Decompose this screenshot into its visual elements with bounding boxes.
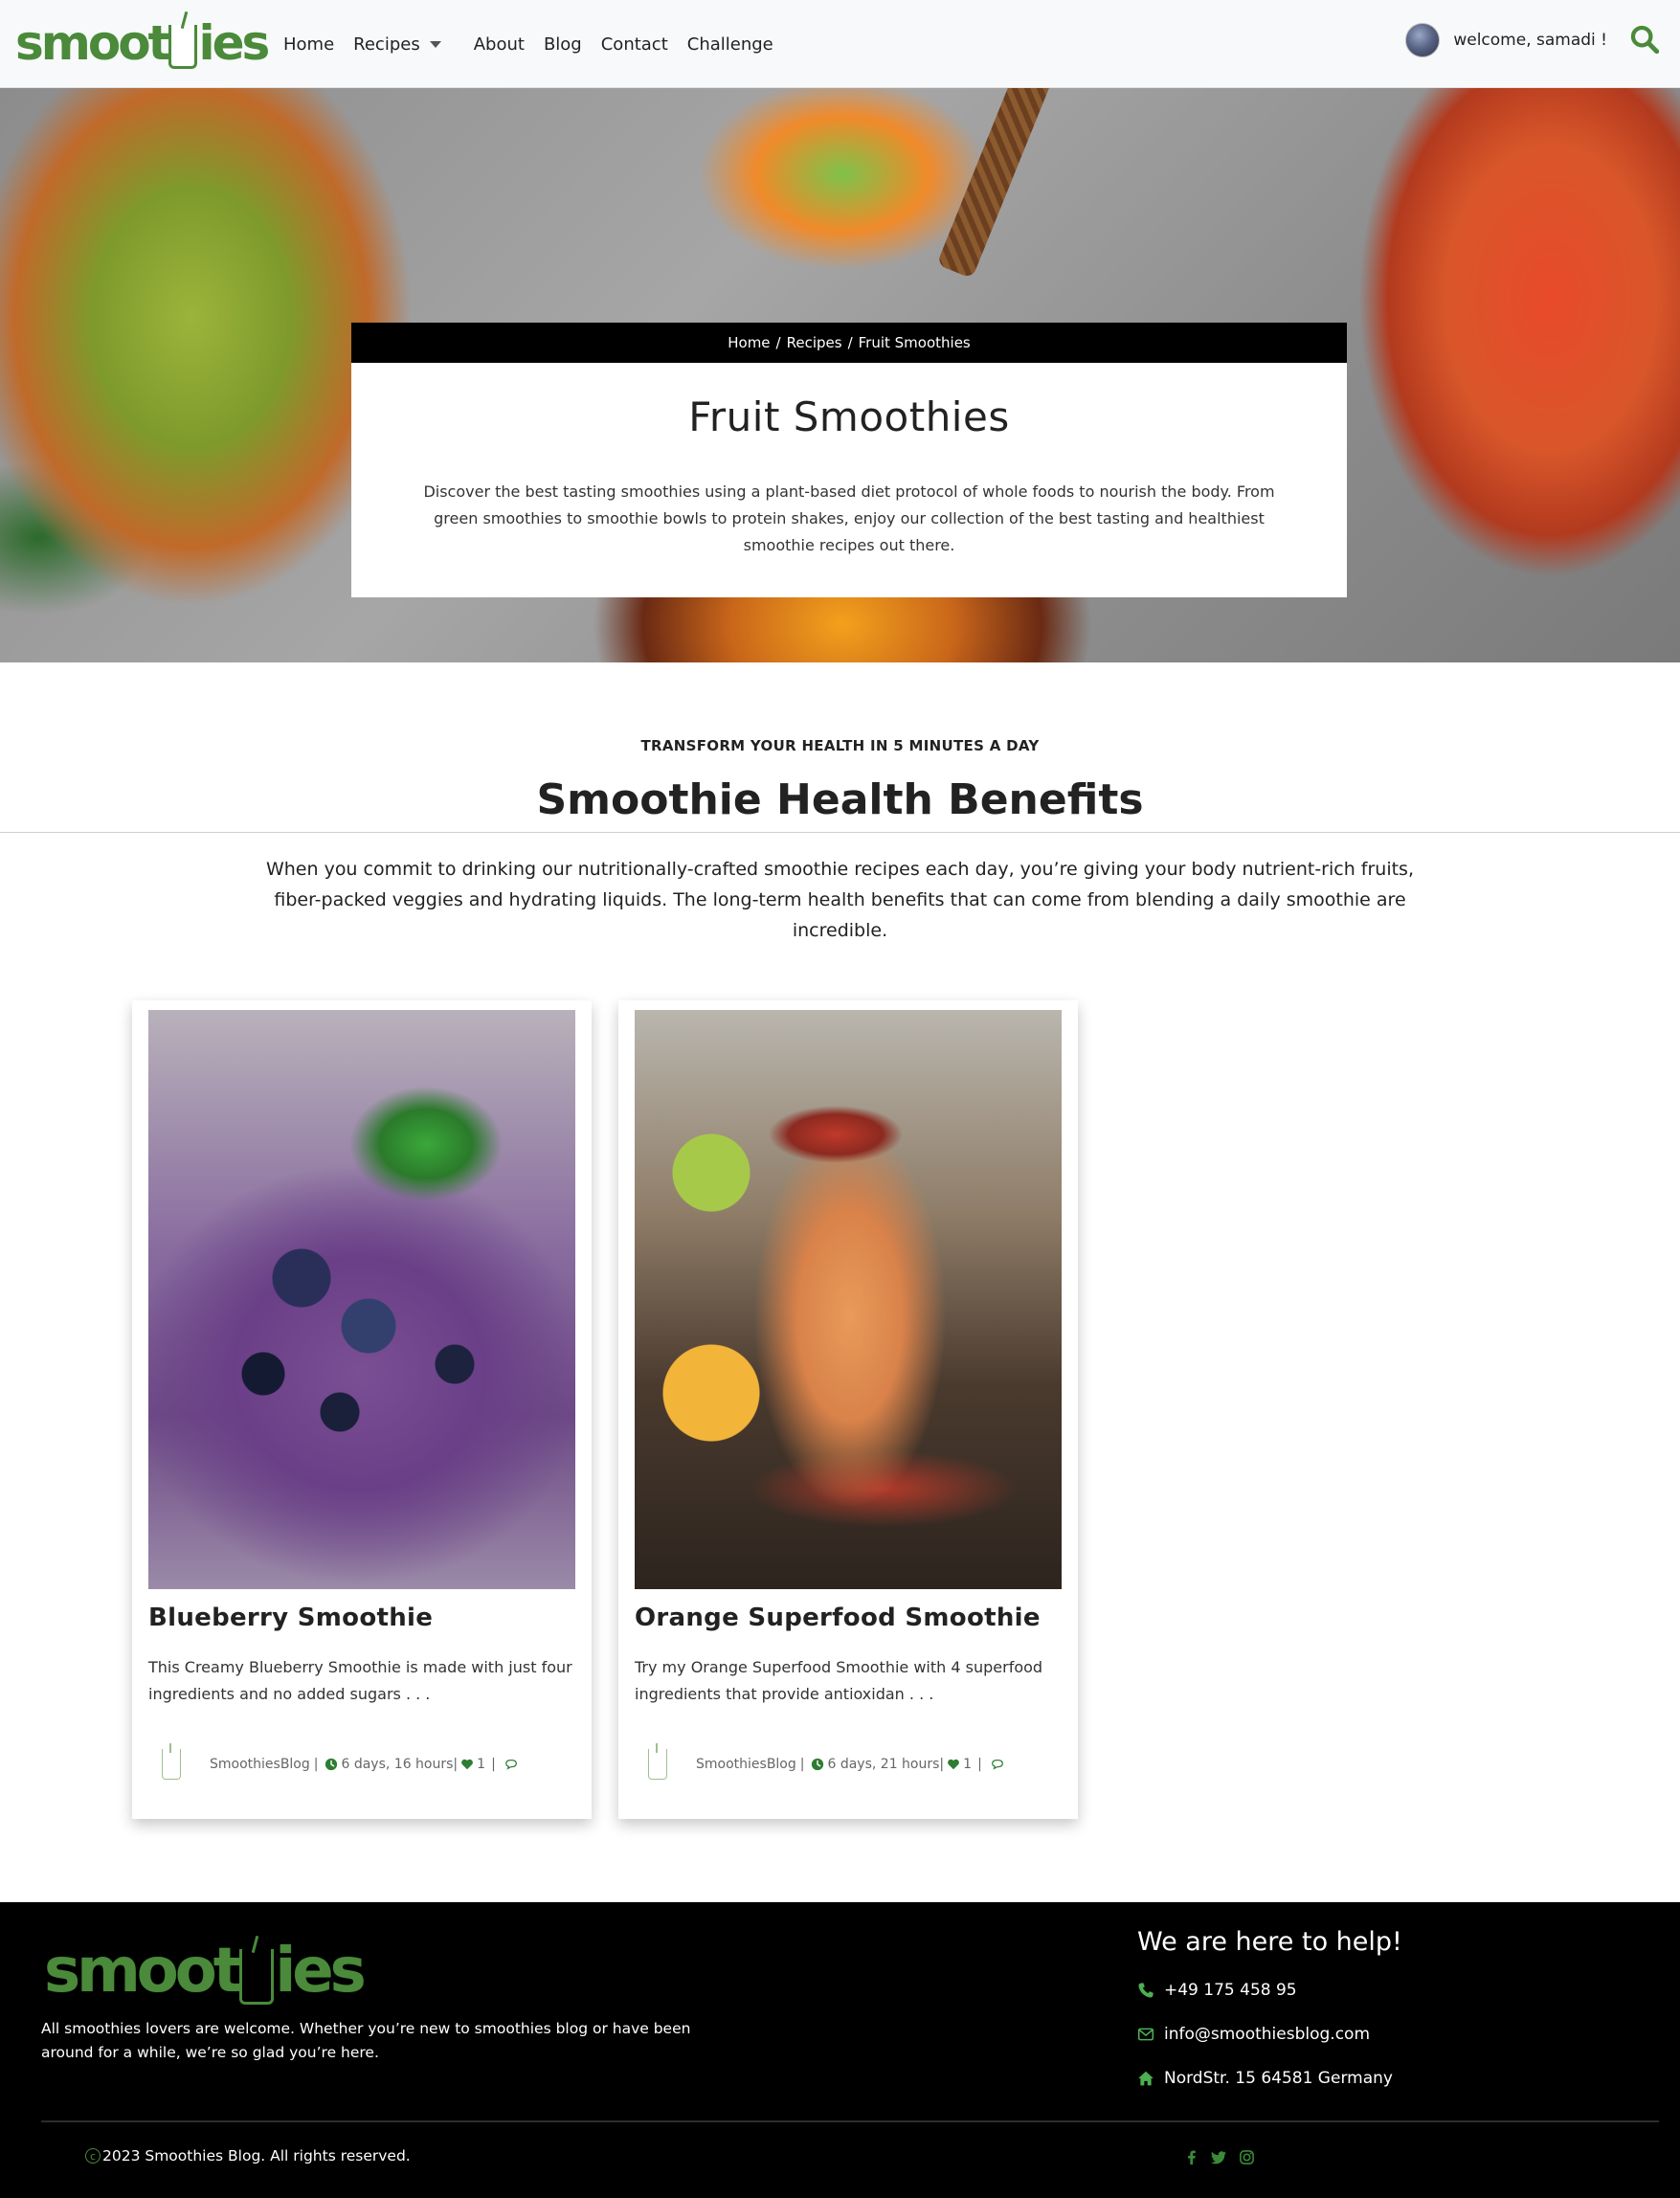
phone-icon: [1138, 1983, 1154, 1998]
facebook-icon[interactable]: [1183, 2149, 1199, 2165]
welcome-text: welcome, samadi !: [1453, 31, 1607, 50]
recipe-card[interactable]: Blueberry Smoothie This Creamy Blueberry…: [132, 1000, 592, 1819]
meta-separator: |: [491, 1757, 496, 1772]
logo-text: smoot: [15, 15, 170, 71]
meta-separator: |: [313, 1757, 319, 1772]
meta-separator: |: [977, 1757, 982, 1772]
envelope-icon: [1137, 2028, 1154, 2041]
phone-number: +49 175 458 95: [1164, 1981, 1297, 2000]
breadcrumb-current: Fruit Smoothies: [858, 334, 971, 351]
instagram-icon[interactable]: [1239, 2149, 1255, 2165]
site-logo[interactable]: smoot ies: [15, 10, 270, 77]
contact-email[interactable]: info@smoothiesblog.com: [1137, 2025, 1370, 2044]
breadcrumb: Home / Recipes / Fruit Smoothies: [351, 323, 1347, 363]
nav-contact[interactable]: Contact: [592, 34, 678, 55]
help-title: We are here to help!: [1137, 1927, 1402, 1957]
hero-decoration: [936, 88, 1055, 280]
copyright-icon: c: [85, 2148, 101, 2164]
footer-logo[interactable]: smoot ies: [44, 1940, 367, 2005]
like-count: 1: [963, 1757, 973, 1772]
contact-phone[interactable]: +49 175 458 95: [1137, 1981, 1297, 2000]
site-footer: smoot ies All smoothies lovers are welcom…: [0, 1902, 1680, 2198]
heart-icon[interactable]: [947, 1758, 960, 1771]
chevron-down-icon: [429, 40, 441, 48]
twitter-icon[interactable]: [1211, 2149, 1227, 2165]
footer-about: All smoothies lovers are welcome. Whethe…: [41, 2020, 691, 2061]
clock-icon: [325, 1758, 338, 1771]
divider: [0, 832, 1680, 833]
recipe-title[interactable]: Orange Superfood Smoothie: [635, 1604, 1041, 1632]
hero-banner: Home / Recipes / Fruit Smoothies Fruit S…: [0, 88, 1680, 662]
email-address: info@smoothiesblog.com: [1164, 2025, 1370, 2044]
footer-divider: [41, 2120, 1659, 2122]
navbar: smoot ies Home Recipes About Blog Contact…: [0, 0, 1680, 88]
author-name[interactable]: SmoothiesBlog: [696, 1757, 796, 1772]
breadcrumb-home[interactable]: Home: [728, 334, 770, 351]
avatar[interactable]: [1405, 23, 1441, 57]
like-count: 1: [477, 1757, 486, 1772]
post-time: 6 days, 16 hours|: [341, 1757, 459, 1772]
meta-separator: |: [799, 1757, 805, 1772]
recipe-image[interactable]: [635, 1010, 1062, 1589]
section-kicker: TRANSFORM YOUR HEALTH IN 5 MINUTES A DAY: [640, 737, 1040, 754]
nav-recipes[interactable]: Recipes: [344, 34, 464, 55]
nav-blog[interactable]: Blog: [534, 34, 592, 55]
logo-glass-icon: [239, 1949, 275, 2005]
heart-icon[interactable]: [460, 1758, 474, 1771]
page-title: Fruit Smoothies: [688, 393, 1010, 440]
social-links: [1183, 2149, 1255, 2165]
breadcrumb-recipes[interactable]: Recipes: [787, 334, 842, 351]
comment-icon[interactable]: [991, 1758, 1004, 1771]
section-description: When you commit to drinking our nutritio…: [265, 859, 1415, 941]
hero-description: Discover the best tasting smoothies usin…: [423, 482, 1275, 554]
clock-icon: [812, 1758, 824, 1771]
recipe-excerpt: Try my Orange Superfood Smoothie with 4 …: [635, 1658, 1043, 1703]
hero-card: Home / Recipes / Fruit Smoothies Fruit S…: [351, 323, 1347, 597]
recipe-title[interactable]: Blueberry Smoothie: [148, 1604, 433, 1632]
copyright-text: 2023 Smoothies Blog. All rights reserved…: [102, 2147, 411, 2164]
street-address: NordStr. 15 64581 Germany: [1164, 2069, 1393, 2088]
post-time: 6 days, 21 hours|: [827, 1757, 945, 1772]
contact-address: NordStr. 15 64581 Germany: [1137, 2069, 1393, 2088]
user-menu[interactable]: welcome, samadi !: [1405, 23, 1607, 57]
section-title: Smoothie Health Benefits: [536, 775, 1144, 824]
recipe-meta: SmoothiesBlog | 6 days, 16 hours| 1 |: [148, 1743, 521, 1782]
recipe-meta: SmoothiesBlog | 6 days, 21 hours| 1 |: [635, 1743, 1007, 1782]
copyright: c 2023 Smoothies Blog. All rights reserv…: [85, 2147, 411, 2164]
recipe-excerpt: This Creamy Blueberry Smoothie is made w…: [148, 1658, 572, 1703]
home-icon: [1138, 2071, 1154, 2086]
nav-about[interactable]: About: [464, 34, 534, 55]
author-name[interactable]: SmoothiesBlog: [210, 1757, 310, 1772]
logo-glass-icon: [168, 25, 198, 69]
nav-recipes-label: Recipes: [353, 34, 420, 55]
search-icon[interactable]: [1628, 23, 1661, 56]
author-logo-icon: [162, 1743, 181, 1780]
breadcrumb-separator: /: [775, 334, 781, 351]
recipe-image[interactable]: [148, 1010, 575, 1589]
nav-challenge[interactable]: Challenge: [678, 34, 783, 55]
nav-home[interactable]: Home: [274, 34, 344, 55]
comment-icon[interactable]: [504, 1758, 518, 1771]
breadcrumb-separator: /: [847, 334, 853, 351]
recipe-card[interactable]: Orange Superfood Smoothie Try my Orange …: [618, 1000, 1078, 1819]
main-nav: Home Recipes About Blog Contact Challeng…: [274, 0, 783, 88]
author-logo-icon: [648, 1743, 667, 1780]
